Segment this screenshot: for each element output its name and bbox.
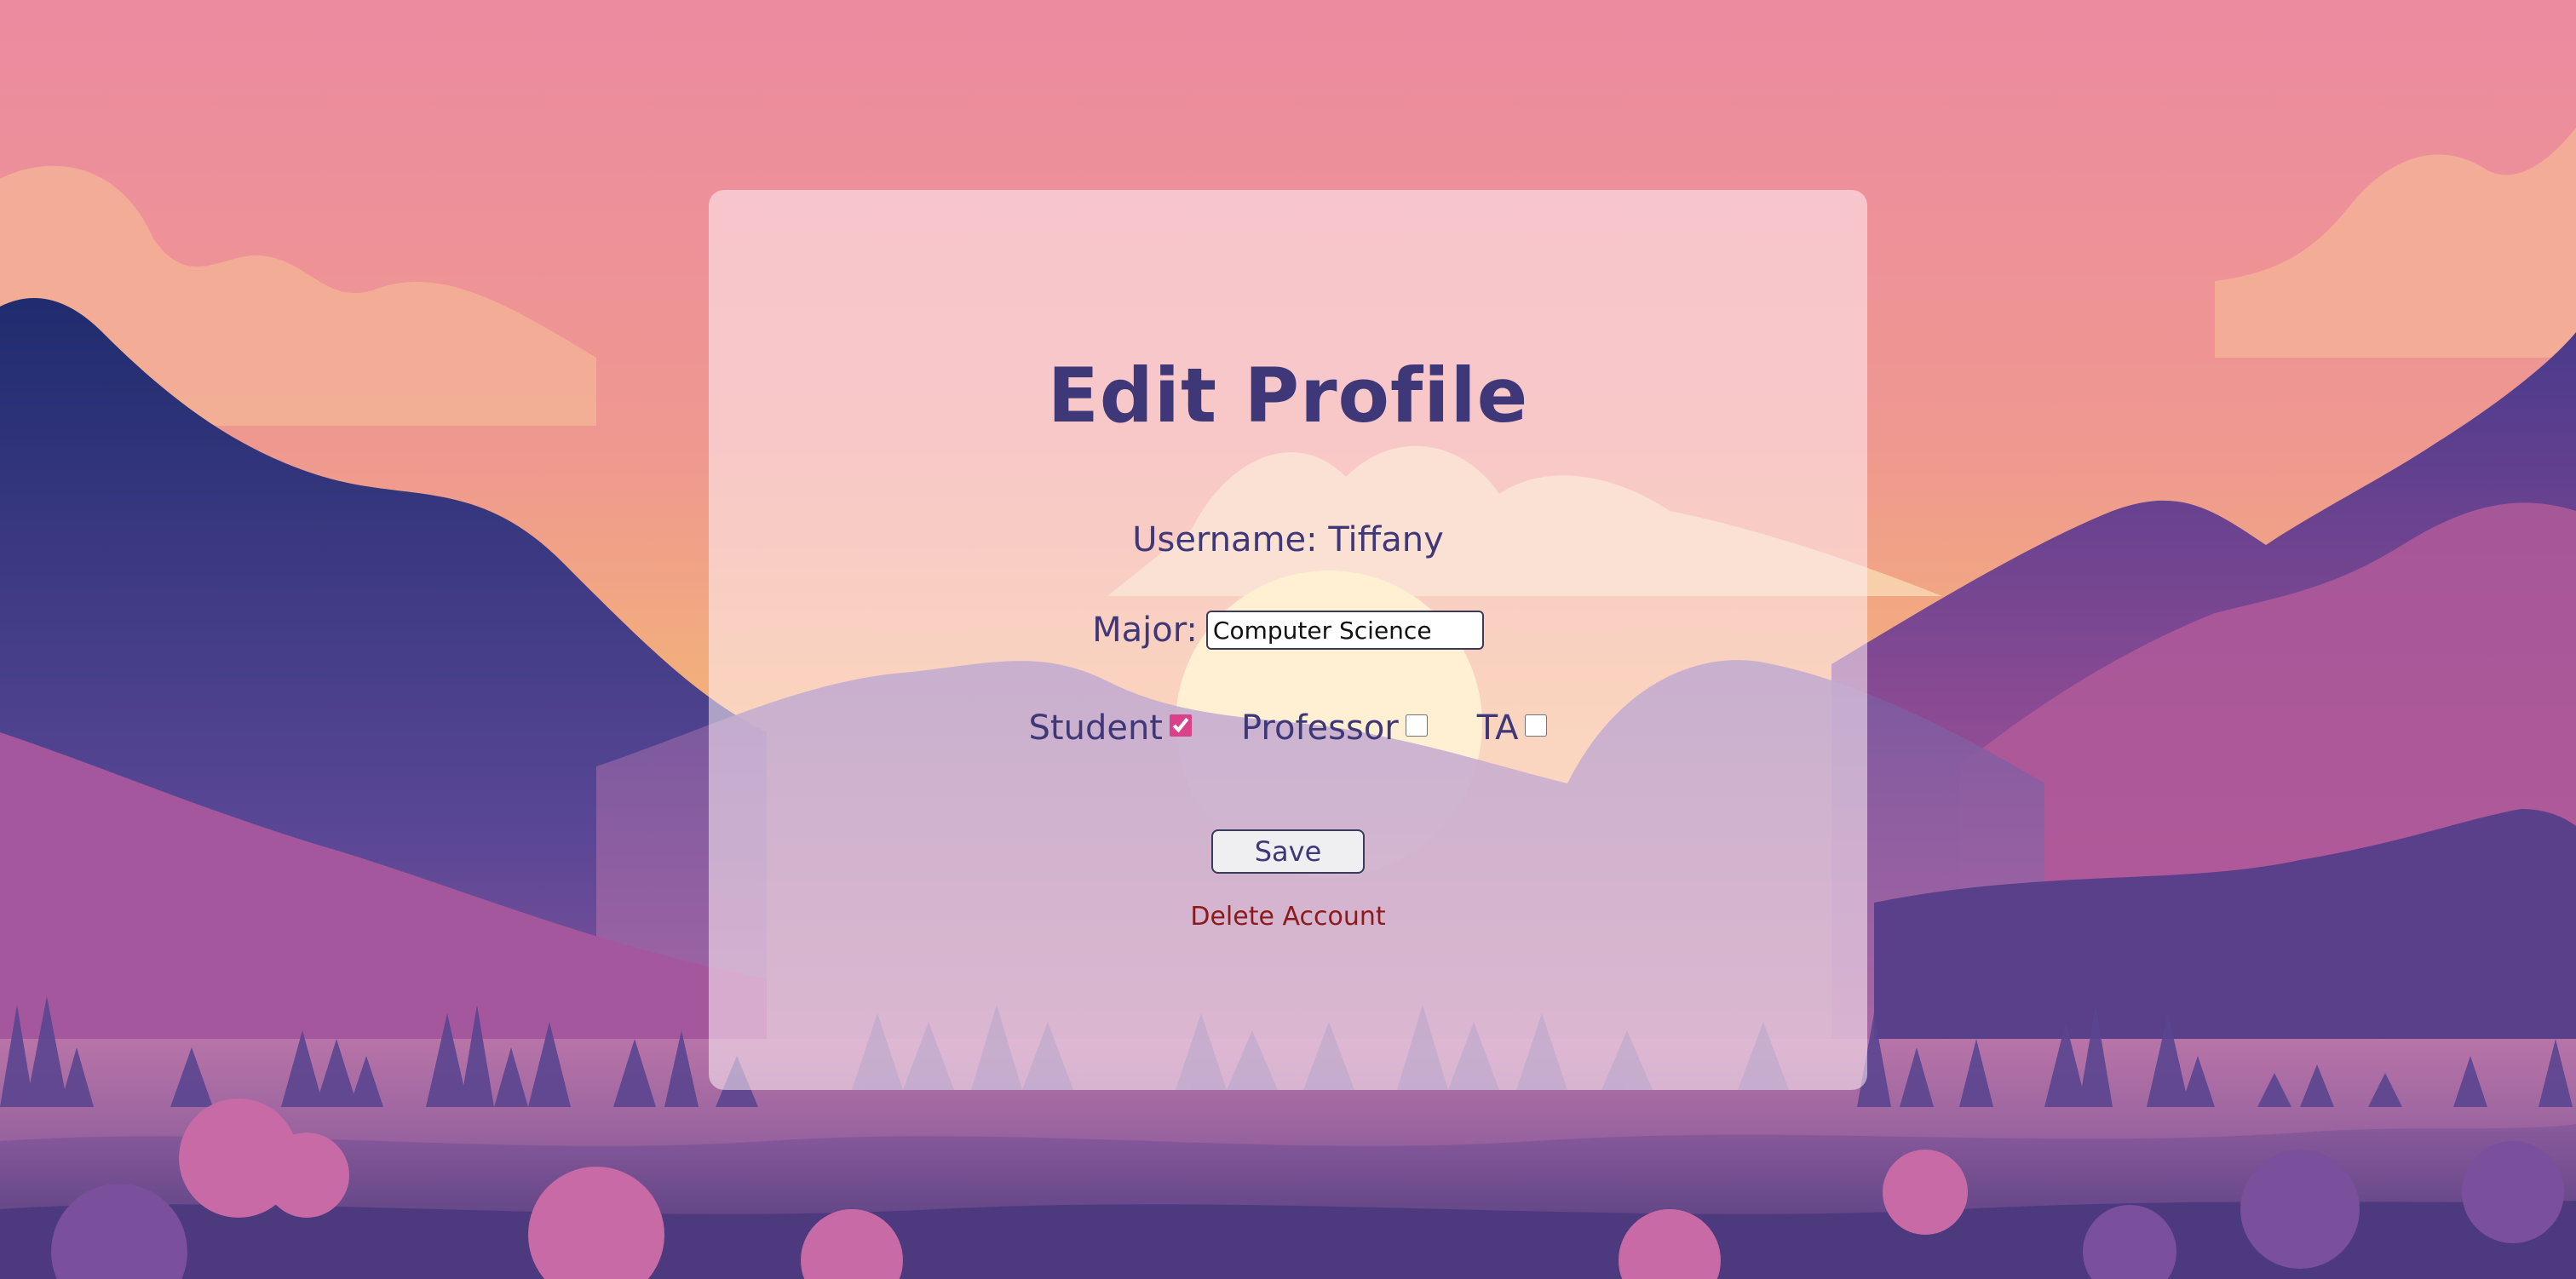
major-input[interactable] xyxy=(1205,611,1484,650)
role-ta-label: TA xyxy=(1476,708,1519,748)
delete-account-link[interactable]: Delete Account xyxy=(709,902,1867,932)
edit-profile-panel: Edit Profile Username: Tiffany Major: St… xyxy=(709,190,1867,1090)
role-professor: Professor xyxy=(1241,704,1428,752)
role-student: Student xyxy=(1029,704,1192,752)
role-professor-label: Professor xyxy=(1241,708,1399,748)
app-window: Edit Profile Username: Tiffany Major: St… xyxy=(0,0,2576,1279)
professor-checkbox[interactable] xyxy=(1405,714,1428,737)
role-ta: TA xyxy=(1477,704,1548,752)
save-button[interactable]: Save xyxy=(1211,829,1365,874)
username-text: Username: Tiffany xyxy=(1132,520,1444,559)
page-title: Edit Profile xyxy=(1047,352,1529,439)
major-row: Major: xyxy=(709,611,1867,650)
role-student-label: Student xyxy=(1028,708,1163,748)
student-checkbox[interactable] xyxy=(1170,714,1192,737)
role-checkboxes: Student Professor TA xyxy=(709,704,1867,752)
major-label: Major: xyxy=(1092,611,1198,650)
ta-checkbox[interactable] xyxy=(1525,714,1548,737)
